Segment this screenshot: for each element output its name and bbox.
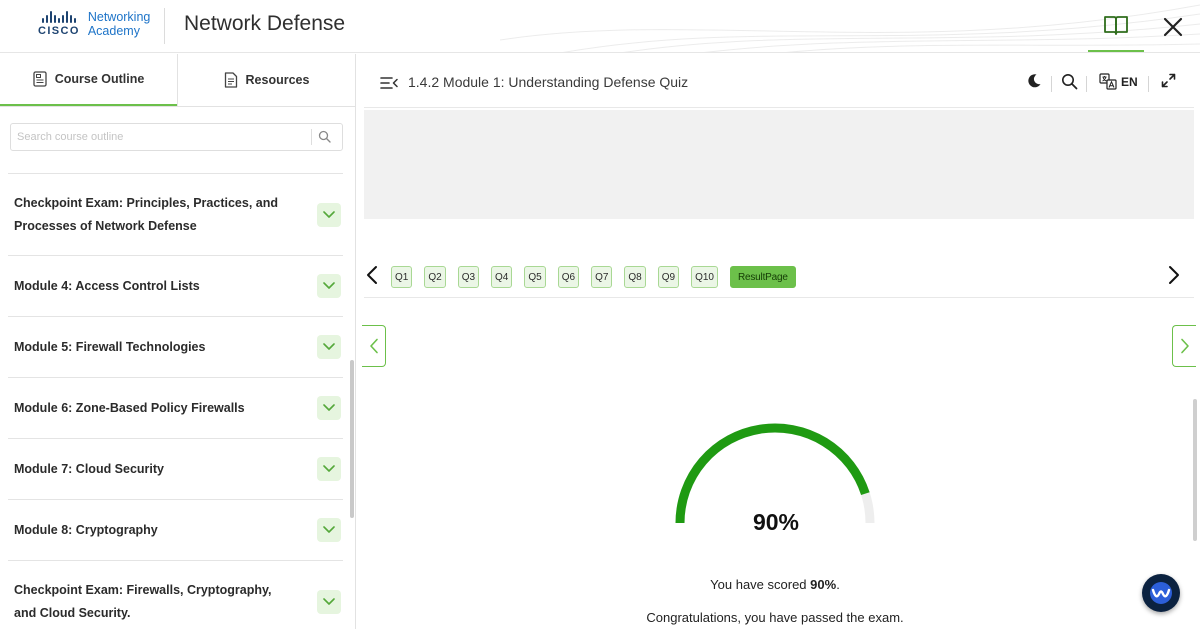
outline-item-label: Module 8: Cryptography xyxy=(14,522,158,537)
course-book-button[interactable] xyxy=(1088,0,1144,52)
moon-icon xyxy=(1028,74,1041,88)
tab-course-outline-label: Course Outline xyxy=(54,72,145,86)
course-sidebar: Course Outline Resources Checkpoint Exam… xyxy=(0,54,356,629)
translate-icon xyxy=(1099,73,1117,90)
outline-item-label: Module 7: Cloud Security xyxy=(14,461,165,476)
webex-assistant-button[interactable] xyxy=(1142,574,1180,612)
question-button-q9[interactable]: Q9 xyxy=(657,266,680,288)
collapse-menu-icon[interactable] xyxy=(380,76,398,90)
question-navigator: Q1 Q2 Q3 Q4 Q5 Q6 Q7 Q8 Q9 Q10 ResultPag… xyxy=(358,262,1200,292)
next-page-button[interactable] xyxy=(1172,325,1196,367)
outline-item[interactable]: Checkpoint Exam: Firewalls, Cryptography… xyxy=(8,561,343,629)
outline-item-label: Module 5: Firewall Technologies xyxy=(14,339,206,354)
previous-page-button[interactable] xyxy=(362,325,386,367)
chevron-down-icon xyxy=(323,404,335,411)
content-toolbar: 1.4.2 Module 1: Understanding Defense Qu… xyxy=(364,62,1194,108)
toolbar-divider xyxy=(1051,76,1052,92)
question-button-q10[interactable]: Q10 xyxy=(691,266,718,288)
tab-course-outline[interactable]: Course Outline xyxy=(0,54,177,106)
chevron-down-icon xyxy=(323,210,335,218)
outline-item[interactable]: Module 5: Firewall Technologies xyxy=(8,317,343,378)
tab-resources-label: Resources xyxy=(245,73,310,87)
expand-button[interactable] xyxy=(317,396,341,420)
outline-item-label: Module 4: Access Control Lists xyxy=(14,278,200,293)
chevron-left-icon xyxy=(369,338,378,354)
chevron-down-icon xyxy=(323,282,335,289)
question-button-q2[interactable]: Q2 xyxy=(424,266,446,288)
language-label: EN xyxy=(1121,74,1138,89)
tab-resources[interactable]: Resources xyxy=(177,54,355,106)
question-button-q5[interactable]: Q5 xyxy=(524,266,546,288)
expand-button[interactable] xyxy=(317,274,341,298)
chevron-down-icon xyxy=(323,597,335,605)
sidebar-scrollbar[interactable] xyxy=(350,360,354,518)
navigator-divider xyxy=(364,297,1194,298)
outline-item[interactable]: Module 8: Cryptography xyxy=(8,500,343,561)
cisco-bars-icon xyxy=(41,11,76,23)
question-button-q7[interactable]: Q7 xyxy=(591,266,613,288)
close-icon xyxy=(1163,17,1183,36)
webex-icon xyxy=(1150,582,1172,604)
course-outline-list: Checkpoint Exam: Principles, Practices, … xyxy=(8,164,343,629)
dark-mode-button[interactable] xyxy=(1026,73,1042,89)
chevron-right-icon[interactable] xyxy=(1168,265,1180,285)
close-button[interactable] xyxy=(1152,0,1194,52)
expand-button[interactable] xyxy=(317,202,341,227)
toolbar-divider xyxy=(1086,76,1087,92)
app-header: CISCO Networking Academy Network Defense xyxy=(0,0,1200,53)
fullscreen-button[interactable] xyxy=(1161,73,1176,88)
networking-academy-label: Networking Academy xyxy=(87,10,151,38)
content-scrollbar[interactable] xyxy=(1193,399,1197,541)
result-page-button[interactable]: ResultPage xyxy=(730,266,796,288)
outline-item-label: Module 6: Zone-Based Policy Firewalls xyxy=(14,400,245,415)
expand-button[interactable] xyxy=(317,457,341,481)
sidebar-tabs: Course Outline Resources xyxy=(0,54,355,107)
language-button[interactable]: EN xyxy=(1099,73,1138,90)
lesson-content: 1.4.2 Module 1: Understanding Defense Qu… xyxy=(358,54,1200,629)
expand-icon xyxy=(1161,73,1176,88)
question-buttons: Q1 Q2 Q3 Q4 Q5 Q6 Q7 Q8 Q9 Q10 ResultPag… xyxy=(391,266,796,288)
search-icon xyxy=(1062,74,1078,90)
expand-button[interactable] xyxy=(317,518,341,542)
outline-item[interactable]: Checkpoint Exam: Principles, Practices, … xyxy=(8,174,343,256)
chevron-down-icon xyxy=(323,526,335,533)
pass-message: Congratulations, you have passed the exa… xyxy=(646,610,904,625)
search-input[interactable] xyxy=(17,128,307,146)
search-icon[interactable] xyxy=(318,130,331,143)
list-divider xyxy=(8,164,343,174)
chevron-left-icon[interactable] xyxy=(366,265,378,285)
score-value: 90% xyxy=(810,577,837,592)
score-percentage: 90% xyxy=(752,509,800,535)
outline-item[interactable]: Module 7: Cloud Security xyxy=(8,439,343,500)
outline-item-label: Checkpoint Exam: Firewalls, Cryptography… xyxy=(14,582,272,620)
chevron-down-icon xyxy=(323,343,335,350)
question-button-q3[interactable]: Q3 xyxy=(457,266,480,288)
chevron-down-icon xyxy=(323,465,335,472)
score-message: You have scored 90%. xyxy=(710,577,840,592)
question-button-q6[interactable]: Q6 xyxy=(557,266,580,288)
question-button-q4[interactable]: Q4 xyxy=(491,266,513,288)
media-placeholder xyxy=(364,110,1194,219)
open-book-icon xyxy=(1104,16,1128,35)
cisco-wordmark: CISCO xyxy=(38,25,80,37)
outline-icon xyxy=(33,71,47,87)
chevron-right-icon xyxy=(1180,338,1189,354)
expand-button[interactable] xyxy=(317,335,341,359)
page-title: 1.4.2 Module 1: Understanding Defense Qu… xyxy=(408,74,689,90)
expand-button[interactable] xyxy=(317,589,341,614)
toolbar-divider xyxy=(1148,76,1149,92)
outline-item-label: Checkpoint Exam: Principles, Practices, … xyxy=(14,195,278,233)
app-title: Network Defense xyxy=(184,12,346,35)
outline-item[interactable]: Module 6: Zone-Based Policy Firewalls xyxy=(8,378,343,439)
question-button-q8[interactable]: Q8 xyxy=(624,266,646,288)
document-icon xyxy=(224,72,237,88)
question-button-q1[interactable]: Q1 xyxy=(391,266,413,288)
outline-item[interactable]: Module 4: Access Control Lists xyxy=(8,256,343,317)
search-divider xyxy=(311,129,312,145)
search-button[interactable] xyxy=(1061,73,1078,90)
cisco-logo[interactable]: CISCO Networking Academy xyxy=(38,10,150,38)
header-divider xyxy=(164,8,165,44)
course-outline-search xyxy=(10,123,343,151)
